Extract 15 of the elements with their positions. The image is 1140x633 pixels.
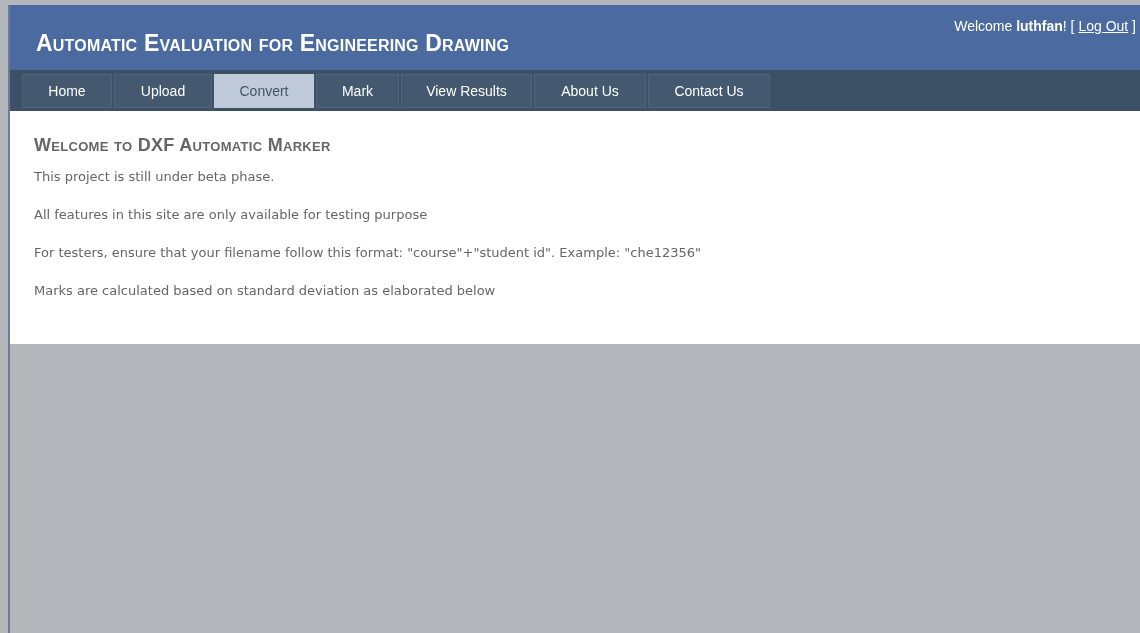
log-out-link[interactable]: Log Out	[1078, 18, 1129, 34]
page-heading: Welcome to DXF Automatic Marker	[34, 135, 332, 156]
menu-tab[interactable]: Mark	[316, 74, 399, 108]
site-title: Automatic Evaluation for Engineering Drawing	[36, 29, 510, 57]
menu-tab[interactable]: Contact Us	[648, 74, 770, 108]
menu-tab[interactable]: Convert	[214, 74, 314, 108]
menu-tab[interactable]: Home	[22, 74, 112, 108]
menu-tab[interactable]: View Results	[401, 74, 532, 108]
info-paragraph: For testers, ensure that your filename follow this format: "course"+"student id". Example: "che12356"	[34, 244, 702, 261]
menu-tab[interactable]: About Us	[534, 74, 646, 108]
info-paragraph: This project is still under beta phase.	[34, 168, 276, 185]
info-paragraph: All features in this site are only available for testing purpose	[34, 206, 429, 223]
info-paragraph: Marks are calculated based on standard deviation as elaborated below	[34, 282, 497, 299]
menu-tab[interactable]: Upload	[114, 74, 212, 108]
welcome-text: Welcome luthfan! [ Log Out ]	[954, 17, 1136, 34]
